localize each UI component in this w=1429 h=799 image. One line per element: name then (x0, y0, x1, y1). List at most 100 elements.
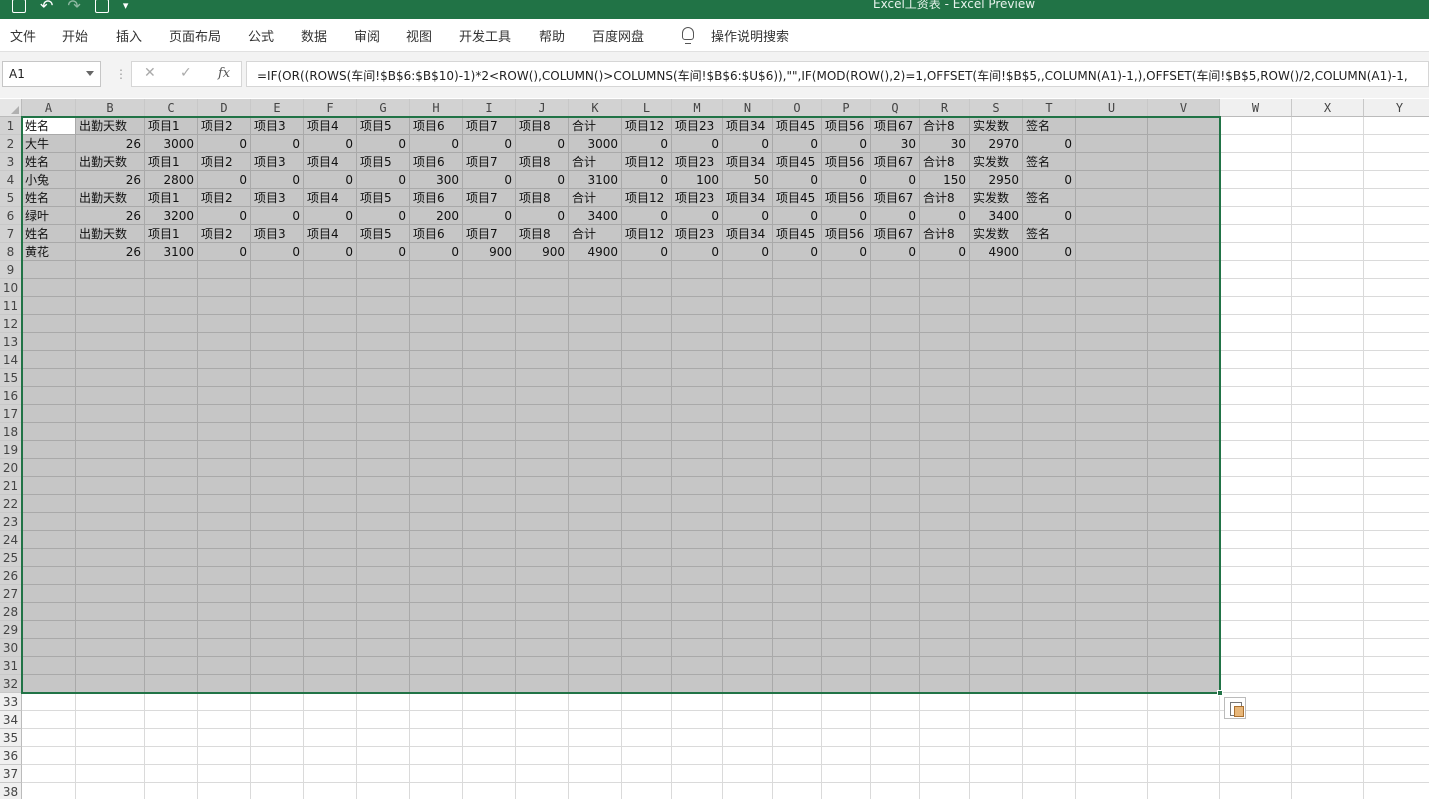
cell-D38[interactable] (198, 783, 251, 799)
cell-D19[interactable] (198, 441, 251, 459)
cell-N32[interactable] (723, 675, 773, 693)
cell-C8[interactable]: 3100 (145, 243, 198, 261)
cell-N31[interactable] (723, 657, 773, 675)
cell-V29[interactable] (1148, 621, 1220, 639)
cell-L38[interactable] (622, 783, 672, 799)
cell-N11[interactable] (723, 297, 773, 315)
cell-F7[interactable]: 项目4 (304, 225, 357, 243)
cell-B27[interactable] (76, 585, 145, 603)
cell-A8[interactable]: 黄花 (22, 243, 76, 261)
cell-D8[interactable]: 0 (198, 243, 251, 261)
cell-M30[interactable] (672, 639, 723, 657)
cell-R31[interactable] (920, 657, 970, 675)
cell-T12[interactable] (1023, 315, 1076, 333)
cell-K28[interactable] (569, 603, 622, 621)
cell-N23[interactable] (723, 513, 773, 531)
cell-X17[interactable] (1292, 405, 1364, 423)
cell-O20[interactable] (773, 459, 822, 477)
column-header-Y[interactable]: Y (1364, 99, 1429, 117)
cell-U25[interactable] (1076, 549, 1148, 567)
cell-D35[interactable] (198, 729, 251, 747)
cell-Y27[interactable] (1364, 585, 1429, 603)
tab-data[interactable]: 数据 (301, 26, 327, 45)
cell-H34[interactable] (410, 711, 463, 729)
cell-L14[interactable] (622, 351, 672, 369)
cell-C23[interactable] (145, 513, 198, 531)
cell-R3[interactable]: 合计8 (920, 153, 970, 171)
cell-I34[interactable] (463, 711, 516, 729)
cell-T9[interactable] (1023, 261, 1076, 279)
cell-C29[interactable] (145, 621, 198, 639)
cell-M21[interactable] (672, 477, 723, 495)
cell-H29[interactable] (410, 621, 463, 639)
cell-J17[interactable] (516, 405, 569, 423)
cell-S1[interactable]: 实发数 (970, 117, 1023, 135)
tab-file[interactable]: 文件 (10, 26, 36, 45)
cell-X37[interactable] (1292, 765, 1364, 783)
cell-V33[interactable] (1148, 693, 1220, 711)
cell-V19[interactable] (1148, 441, 1220, 459)
cell-E2[interactable]: 0 (251, 135, 304, 153)
row-header-24[interactable]: 24 (0, 531, 22, 549)
cell-D1[interactable]: 项目2 (198, 117, 251, 135)
cell-N4[interactable]: 50 (723, 171, 773, 189)
cell-X2[interactable] (1292, 135, 1364, 153)
cell-C17[interactable] (145, 405, 198, 423)
cell-C38[interactable] (145, 783, 198, 799)
cell-V27[interactable] (1148, 585, 1220, 603)
cell-T19[interactable] (1023, 441, 1076, 459)
cell-S18[interactable] (970, 423, 1023, 441)
cell-U3[interactable] (1076, 153, 1148, 171)
cell-P12[interactable] (822, 315, 871, 333)
cell-Y31[interactable] (1364, 657, 1429, 675)
cell-K31[interactable] (569, 657, 622, 675)
cell-P36[interactable] (822, 747, 871, 765)
cell-K12[interactable] (569, 315, 622, 333)
row-header-28[interactable]: 28 (0, 603, 22, 621)
cell-W24[interactable] (1220, 531, 1292, 549)
cell-C1[interactable]: 项目1 (145, 117, 198, 135)
cell-D36[interactable] (198, 747, 251, 765)
cell-F20[interactable] (304, 459, 357, 477)
cell-J32[interactable] (516, 675, 569, 693)
cell-Q19[interactable] (871, 441, 920, 459)
cell-P11[interactable] (822, 297, 871, 315)
cell-X11[interactable] (1292, 297, 1364, 315)
tab-formulas[interactable]: 公式 (248, 26, 274, 45)
cell-P33[interactable] (822, 693, 871, 711)
cell-Y8[interactable] (1364, 243, 1429, 261)
cell-Y5[interactable] (1364, 189, 1429, 207)
cell-P8[interactable]: 0 (822, 243, 871, 261)
cell-L22[interactable] (622, 495, 672, 513)
cell-A26[interactable] (22, 567, 76, 585)
cell-O26[interactable] (773, 567, 822, 585)
cell-P20[interactable] (822, 459, 871, 477)
cell-A10[interactable] (22, 279, 76, 297)
cell-V7[interactable] (1148, 225, 1220, 243)
cell-J24[interactable] (516, 531, 569, 549)
cell-S5[interactable]: 实发数 (970, 189, 1023, 207)
cell-J36[interactable] (516, 747, 569, 765)
cell-I14[interactable] (463, 351, 516, 369)
cell-Q20[interactable] (871, 459, 920, 477)
cell-L29[interactable] (622, 621, 672, 639)
cell-U21[interactable] (1076, 477, 1148, 495)
cell-I6[interactable]: 0 (463, 207, 516, 225)
cell-I13[interactable] (463, 333, 516, 351)
cell-V34[interactable] (1148, 711, 1220, 729)
column-header-F[interactable]: F (304, 99, 357, 117)
cell-D11[interactable] (198, 297, 251, 315)
cell-B4[interactable]: 26 (76, 171, 145, 189)
cell-S29[interactable] (970, 621, 1023, 639)
cell-O13[interactable] (773, 333, 822, 351)
cell-I16[interactable] (463, 387, 516, 405)
cell-W15[interactable] (1220, 369, 1292, 387)
cell-E33[interactable] (251, 693, 304, 711)
cell-B9[interactable] (76, 261, 145, 279)
cell-E11[interactable] (251, 297, 304, 315)
cell-R4[interactable]: 150 (920, 171, 970, 189)
cell-Q36[interactable] (871, 747, 920, 765)
column-header-D[interactable]: D (198, 99, 251, 117)
cell-K14[interactable] (569, 351, 622, 369)
cell-A23[interactable] (22, 513, 76, 531)
